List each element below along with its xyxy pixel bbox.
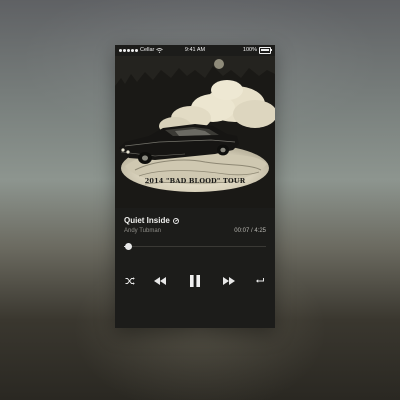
progress-track[interactable] [124,246,266,247]
track-artist: Andy Tubman [124,228,162,234]
track-title: Quiet Inside [124,216,170,225]
battery-icon [259,47,272,54]
repeat-icon[interactable] [253,274,267,288]
explicit-badge-icon [172,217,179,224]
status-right: 100% [242,45,272,56]
battery-percent: 100% [242,47,257,53]
status-bar: Cellar 9:41 AM 100% [115,45,275,56]
artwork-illustration [115,56,275,208]
artwork-caption: 2014 "BAD BLOOD" TOUR [144,177,246,185]
track-title-row: Quiet Inside [124,216,179,225]
fast-forward-icon[interactable] [222,274,236,288]
progress-knob[interactable] [124,243,132,250]
playback-controls [115,274,275,290]
music-player-screen: Cellar 9:41 AM 100% 2014 "BAD BLOOD" TOU… [115,45,275,328]
album-artwork: 2014 "BAD BLOOD" TOUR [115,56,275,208]
pause-icon[interactable] [187,273,203,289]
track-time: 00:07 / 4:25 [234,228,266,234]
now-playing-panel: Quiet Inside Andy Tubman 00:07 / 4:25 [115,208,275,328]
rewind-icon[interactable] [153,274,167,288]
shuffle-icon[interactable] [123,274,137,288]
